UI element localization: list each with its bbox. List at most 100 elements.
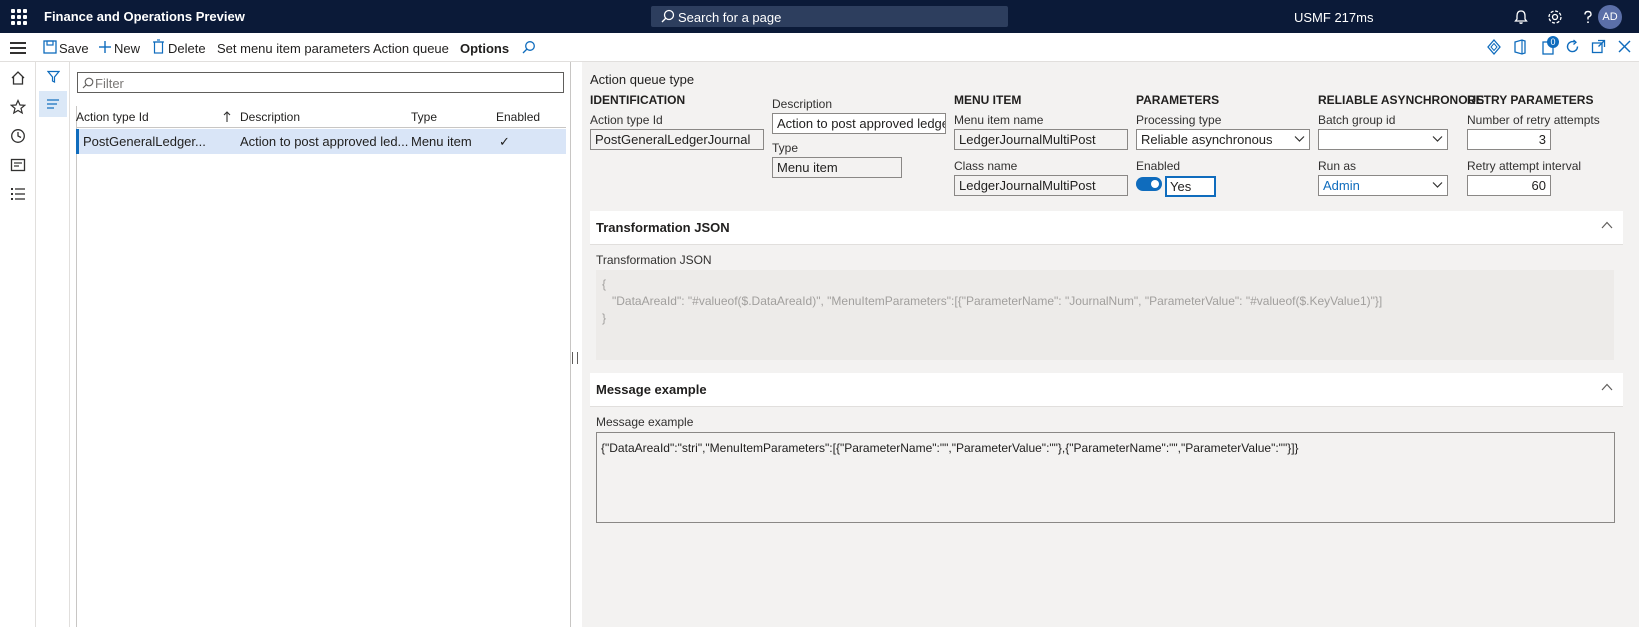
list-view-button[interactable] [39,91,67,117]
set-menu-item-parameters-button[interactable]: Set menu item parameters [217,41,370,56]
app-launcher-icon[interactable] [11,9,27,25]
favorites-star-icon[interactable] [10,99,26,115]
message-example-fasttab: Message example Message example {"DataAr… [590,373,1623,530]
menu-item-header: MENU ITEM [954,93,1022,107]
message-example-body: Message example {"DataAreaId":"stri","Me… [590,407,1623,530]
menu-item-name-label: Menu item name [954,113,1044,127]
column-header-description[interactable]: Description [240,110,300,124]
retry-attempts-field[interactable]: 3 [1467,129,1551,150]
user-avatar[interactable]: AD [1598,5,1622,29]
power-apps-icon[interactable] [1487,39,1501,55]
class-name-label: Class name [954,159,1018,173]
sort-ascending-icon[interactable] [223,111,231,123]
run-as-value: Admin [1323,178,1360,193]
cell-action-type-id[interactable]: PostGeneralLedger... [83,134,206,149]
enabled-label: Enabled [1136,159,1181,173]
chevron-down-icon [1432,136,1443,142]
open-new-window-icon[interactable] [1591,39,1606,54]
pane-splitter[interactable] [572,352,578,364]
gear-icon[interactable] [1546,8,1564,26]
type-field[interactable]: Menu item [772,157,902,178]
chevron-down-icon [1432,182,1443,188]
filter-search-icon [82,77,94,89]
transformation-json-header[interactable]: Transformation JSON [596,220,730,235]
options-tab[interactable]: Options [460,41,509,56]
filter-icon[interactable] [47,70,60,83]
retry-attempts-label: Number of retry attempts [1467,113,1600,127]
action-type-id-field[interactable]: PostGeneralLedgerJournal [590,129,764,150]
modules-list-icon[interactable] [10,186,26,202]
reliable-async-header: RELIABLE ASYNCHRONOUS [1318,93,1485,107]
office-icon[interactable] [1513,39,1527,55]
list-pane: Filter Action type Id Description Type E… [36,62,593,627]
new-button[interactable]: New [114,41,140,56]
trash-icon [153,39,164,54]
parameters-header: PARAMETERS [1136,93,1220,107]
enabled-value-field[interactable]: Yes [1165,176,1216,197]
plus-icon [99,41,111,53]
transformation-json-fasttab: Transformation JSON Transformation JSON … [590,211,1623,368]
notification-count-badge: 0 [1547,36,1559,48]
list-tools [36,62,70,627]
message-example-label: Message example [596,415,694,429]
description-field[interactable]: Action to post approved ledger [772,113,946,134]
transformation-json-label: Transformation JSON [596,253,712,267]
help-icon[interactable] [1579,8,1597,26]
processing-type-label: Processing type [1136,113,1222,127]
cell-description[interactable]: Action to post approved led... [240,134,408,149]
processing-type-value: Reliable asynchronous [1141,132,1273,147]
batch-group-id-select[interactable] [1318,129,1448,150]
class-name-field[interactable]: LedgerJournalMultiPost [954,175,1128,196]
description-label: Description [772,97,833,111]
search-placeholder: Search for a page [678,10,782,25]
company-indicator[interactable]: USMF 217ms [1294,10,1373,25]
bell-icon[interactable] [1512,8,1530,26]
grid-header: Action type Id Description Type Enabled [76,106,593,128]
cell-type[interactable]: Menu item [411,134,472,149]
retry-interval-field[interactable]: 60 [1467,175,1551,196]
identification-header: IDENTIFICATION [590,93,686,107]
column-header-type[interactable]: Type [411,110,437,124]
message-example-header[interactable]: Message example [596,382,707,397]
retry-parameters-header: RETRY PARAMETERS [1467,93,1594,107]
menu-item-name-field[interactable]: LedgerJournalMultiPost [954,129,1128,150]
page-search-box[interactable]: Search for a page [651,6,1008,27]
type-label: Type [772,141,799,155]
retry-interval-label: Retry attempt interval [1467,159,1582,173]
processing-type-select[interactable]: Reliable asynchronous [1136,129,1310,150]
left-navigation [0,62,36,627]
column-header-enabled[interactable]: Enabled [496,110,540,124]
chevron-up-icon[interactable] [1601,221,1613,229]
message-example-textarea[interactable]: {"DataAreaId":"stri","MenuItemParameters… [596,432,1615,523]
table-row[interactable]: PostGeneralLedger... Action to post appr… [76,129,566,154]
save-button[interactable]: Save [59,41,89,56]
transformation-json-body: Transformation JSON { "DataAreaId": "#va… [590,245,1623,368]
filter-placeholder: Filter [95,76,124,91]
page-title: Action queue type [590,72,695,87]
cell-enabled-check: ✓ [499,134,510,149]
hamburger-menu-icon[interactable] [10,42,26,57]
recent-clock-icon[interactable] [10,128,26,144]
chevron-up-icon[interactable] [1601,383,1613,391]
filter-input[interactable]: Filter [77,72,564,93]
enabled-toggle[interactable] [1136,177,1162,191]
workspaces-icon[interactable] [10,157,26,173]
refresh-icon[interactable] [1565,39,1580,54]
action-type-id-label: Action type Id [590,113,663,127]
home-icon[interactable] [10,70,26,86]
action-queue-tab[interactable]: Action queue [373,41,449,56]
app-title: Finance and Operations Preview [44,9,245,24]
column-header-action-type-id[interactable]: Action type Id [76,110,149,124]
top-bar: Finance and Operations Preview Search fo… [0,0,1639,33]
grid-left-border [76,106,77,627]
delete-button[interactable]: Delete [168,41,206,56]
lines-icon [47,99,59,109]
chevron-down-icon [1294,136,1305,142]
close-icon[interactable] [1618,40,1631,53]
transformation-json-textarea[interactable]: { "DataAreaId": "#valueof($.DataAreaId)"… [596,270,1614,360]
run-as-select[interactable]: Admin [1318,175,1448,196]
row-selection-indicator [76,129,79,154]
run-as-label: Run as [1318,159,1357,173]
action-search-icon[interactable] [522,40,536,54]
action-pane: Save New Delete Set menu item parameters… [0,33,1639,62]
